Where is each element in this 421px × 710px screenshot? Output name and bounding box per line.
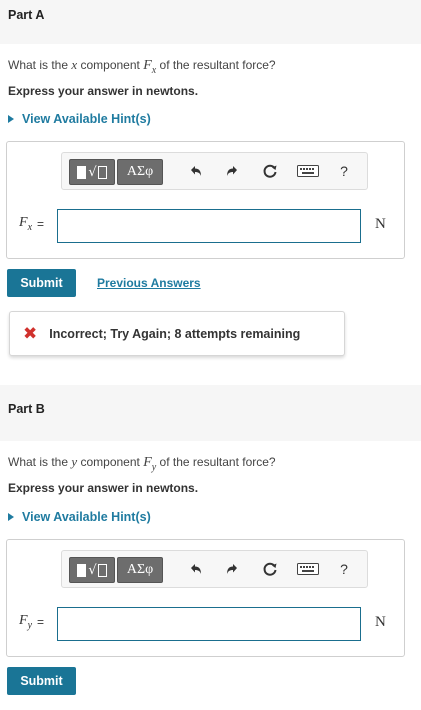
feedback-text: Incorrect; Try Again; 8 attempts remaini…: [49, 326, 301, 341]
caret-right-icon: [8, 513, 14, 521]
greek-symbols-button[interactable]: ΑΣφ: [117, 159, 163, 185]
equals-sign: =: [37, 216, 45, 231]
part-b-answer-label: Fy =: [19, 613, 44, 631]
incorrect-x-icon: ✖: [23, 323, 38, 344]
part-b-answer-box: √ ΑΣφ ? Fy = N: [6, 539, 405, 657]
part-a-question: What is the x component Fx of the result…: [8, 57, 276, 76]
question-text-1: What is the: [8, 58, 72, 72]
part-b-answer-input[interactable]: [57, 607, 361, 641]
redo-icon[interactable]: [222, 559, 242, 579]
reset-icon[interactable]: [260, 161, 280, 181]
part-b-unit: N: [375, 614, 386, 630]
part-a-hint-toggle[interactable]: View Available Hint(s): [8, 112, 151, 126]
redo-icon[interactable]: [222, 161, 242, 181]
part-a-express: Express your answer in newtons.: [8, 84, 199, 98]
part-b-hint-toggle[interactable]: View Available Hint(s): [8, 510, 151, 524]
hint-label: View Available Hint(s): [22, 510, 151, 524]
keyboard-icon[interactable]: [296, 559, 320, 579]
question-text-2: component: [77, 58, 144, 72]
help-icon[interactable]: ?: [334, 559, 354, 579]
math-toolbar: √ ΑΣφ ?: [61, 550, 368, 588]
templates-icon: [77, 563, 87, 577]
question-text-1: What is the: [8, 455, 72, 469]
force-symbol: Fx: [143, 58, 157, 76]
keyboard-icon[interactable]: [296, 161, 320, 181]
part-b-submit-button[interactable]: Submit: [7, 667, 76, 695]
templates-icon: [77, 165, 87, 179]
greek-symbols-button[interactable]: ΑΣφ: [117, 557, 163, 583]
part-a-title: Part A: [8, 8, 45, 22]
hint-label: View Available Hint(s): [22, 112, 151, 126]
question-text-3: of the resultant force?: [156, 58, 276, 72]
help-icon[interactable]: ?: [334, 161, 354, 181]
force-symbol: Fx: [19, 215, 33, 233]
math-toolbar: √ ΑΣφ ?: [61, 152, 368, 190]
part-b-header: [0, 385, 421, 441]
part-b-title: Part B: [8, 402, 45, 416]
previous-answers-link[interactable]: Previous Answers: [97, 276, 201, 290]
question-text-2: component: [77, 455, 144, 469]
part-a-header: [0, 0, 421, 44]
part-a-submit-button[interactable]: Submit: [7, 269, 76, 297]
caret-right-icon: [8, 115, 14, 123]
equals-sign: =: [37, 614, 45, 629]
undo-icon[interactable]: [186, 161, 206, 181]
part-a-answer-input[interactable]: [57, 209, 361, 243]
undo-icon[interactable]: [186, 559, 206, 579]
reset-icon[interactable]: [260, 559, 280, 579]
feedback-message: ✖ Incorrect; Try Again; 8 attempts remai…: [9, 311, 345, 356]
question-text-3: of the resultant force?: [156, 455, 276, 469]
part-a-answer-box: √ ΑΣφ ? Fx = N: [6, 141, 405, 259]
part-b-express: Express your answer in newtons.: [8, 481, 199, 495]
part-a-unit: N: [375, 216, 386, 232]
templates-button[interactable]: √: [69, 557, 115, 583]
templates-button[interactable]: √: [69, 159, 115, 185]
force-symbol: Fy: [143, 455, 157, 473]
part-a-answer-label: Fx =: [19, 215, 44, 233]
force-symbol: Fy: [19, 613, 33, 631]
part-b-question: What is the y component Fy of the result…: [8, 454, 276, 473]
